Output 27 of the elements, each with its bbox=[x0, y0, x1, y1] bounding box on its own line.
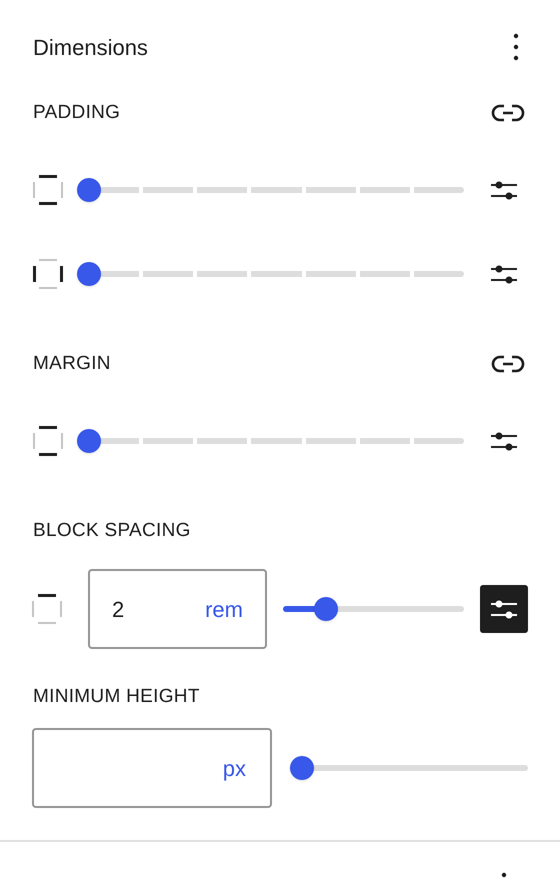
section-heading: PADDING bbox=[33, 100, 120, 125]
slider-thumb[interactable] bbox=[290, 756, 314, 780]
unit-label: rem bbox=[205, 596, 243, 624]
kebab-menu-icon bbox=[513, 33, 519, 61]
slider-track[interactable] bbox=[283, 597, 464, 621]
value-input[interactable]: 2 bbox=[112, 592, 172, 626]
number-input-field[interactable]: px bbox=[32, 728, 272, 808]
more-options-icon[interactable] bbox=[501, 872, 507, 880]
slider-thumb[interactable] bbox=[77, 429, 101, 453]
box-sides-icon bbox=[33, 175, 63, 205]
slider-thumb[interactable] bbox=[77, 178, 101, 202]
section-heading: MINIMUM HEIGHT bbox=[33, 684, 200, 709]
slider-track[interactable] bbox=[77, 262, 464, 286]
slider-thumb[interactable] bbox=[314, 597, 338, 621]
box-sides-icon bbox=[32, 594, 62, 624]
section-heading: BLOCK SPACING bbox=[33, 518, 191, 543]
section-heading: MARGIN bbox=[33, 352, 111, 376]
slider-track[interactable] bbox=[290, 756, 528, 780]
panel-title: Dimensions bbox=[33, 34, 148, 62]
number-input-field[interactable]: 2 rem bbox=[88, 569, 267, 649]
box-sides-icon bbox=[33, 259, 63, 289]
slider-thumb[interactable] bbox=[77, 262, 101, 286]
unit-label: px bbox=[222, 754, 246, 783]
slider-track[interactable] bbox=[77, 429, 464, 453]
custom-value-toggle[interactable] bbox=[480, 585, 528, 633]
box-sides-icon bbox=[33, 426, 63, 456]
slider-track[interactable] bbox=[77, 178, 464, 202]
